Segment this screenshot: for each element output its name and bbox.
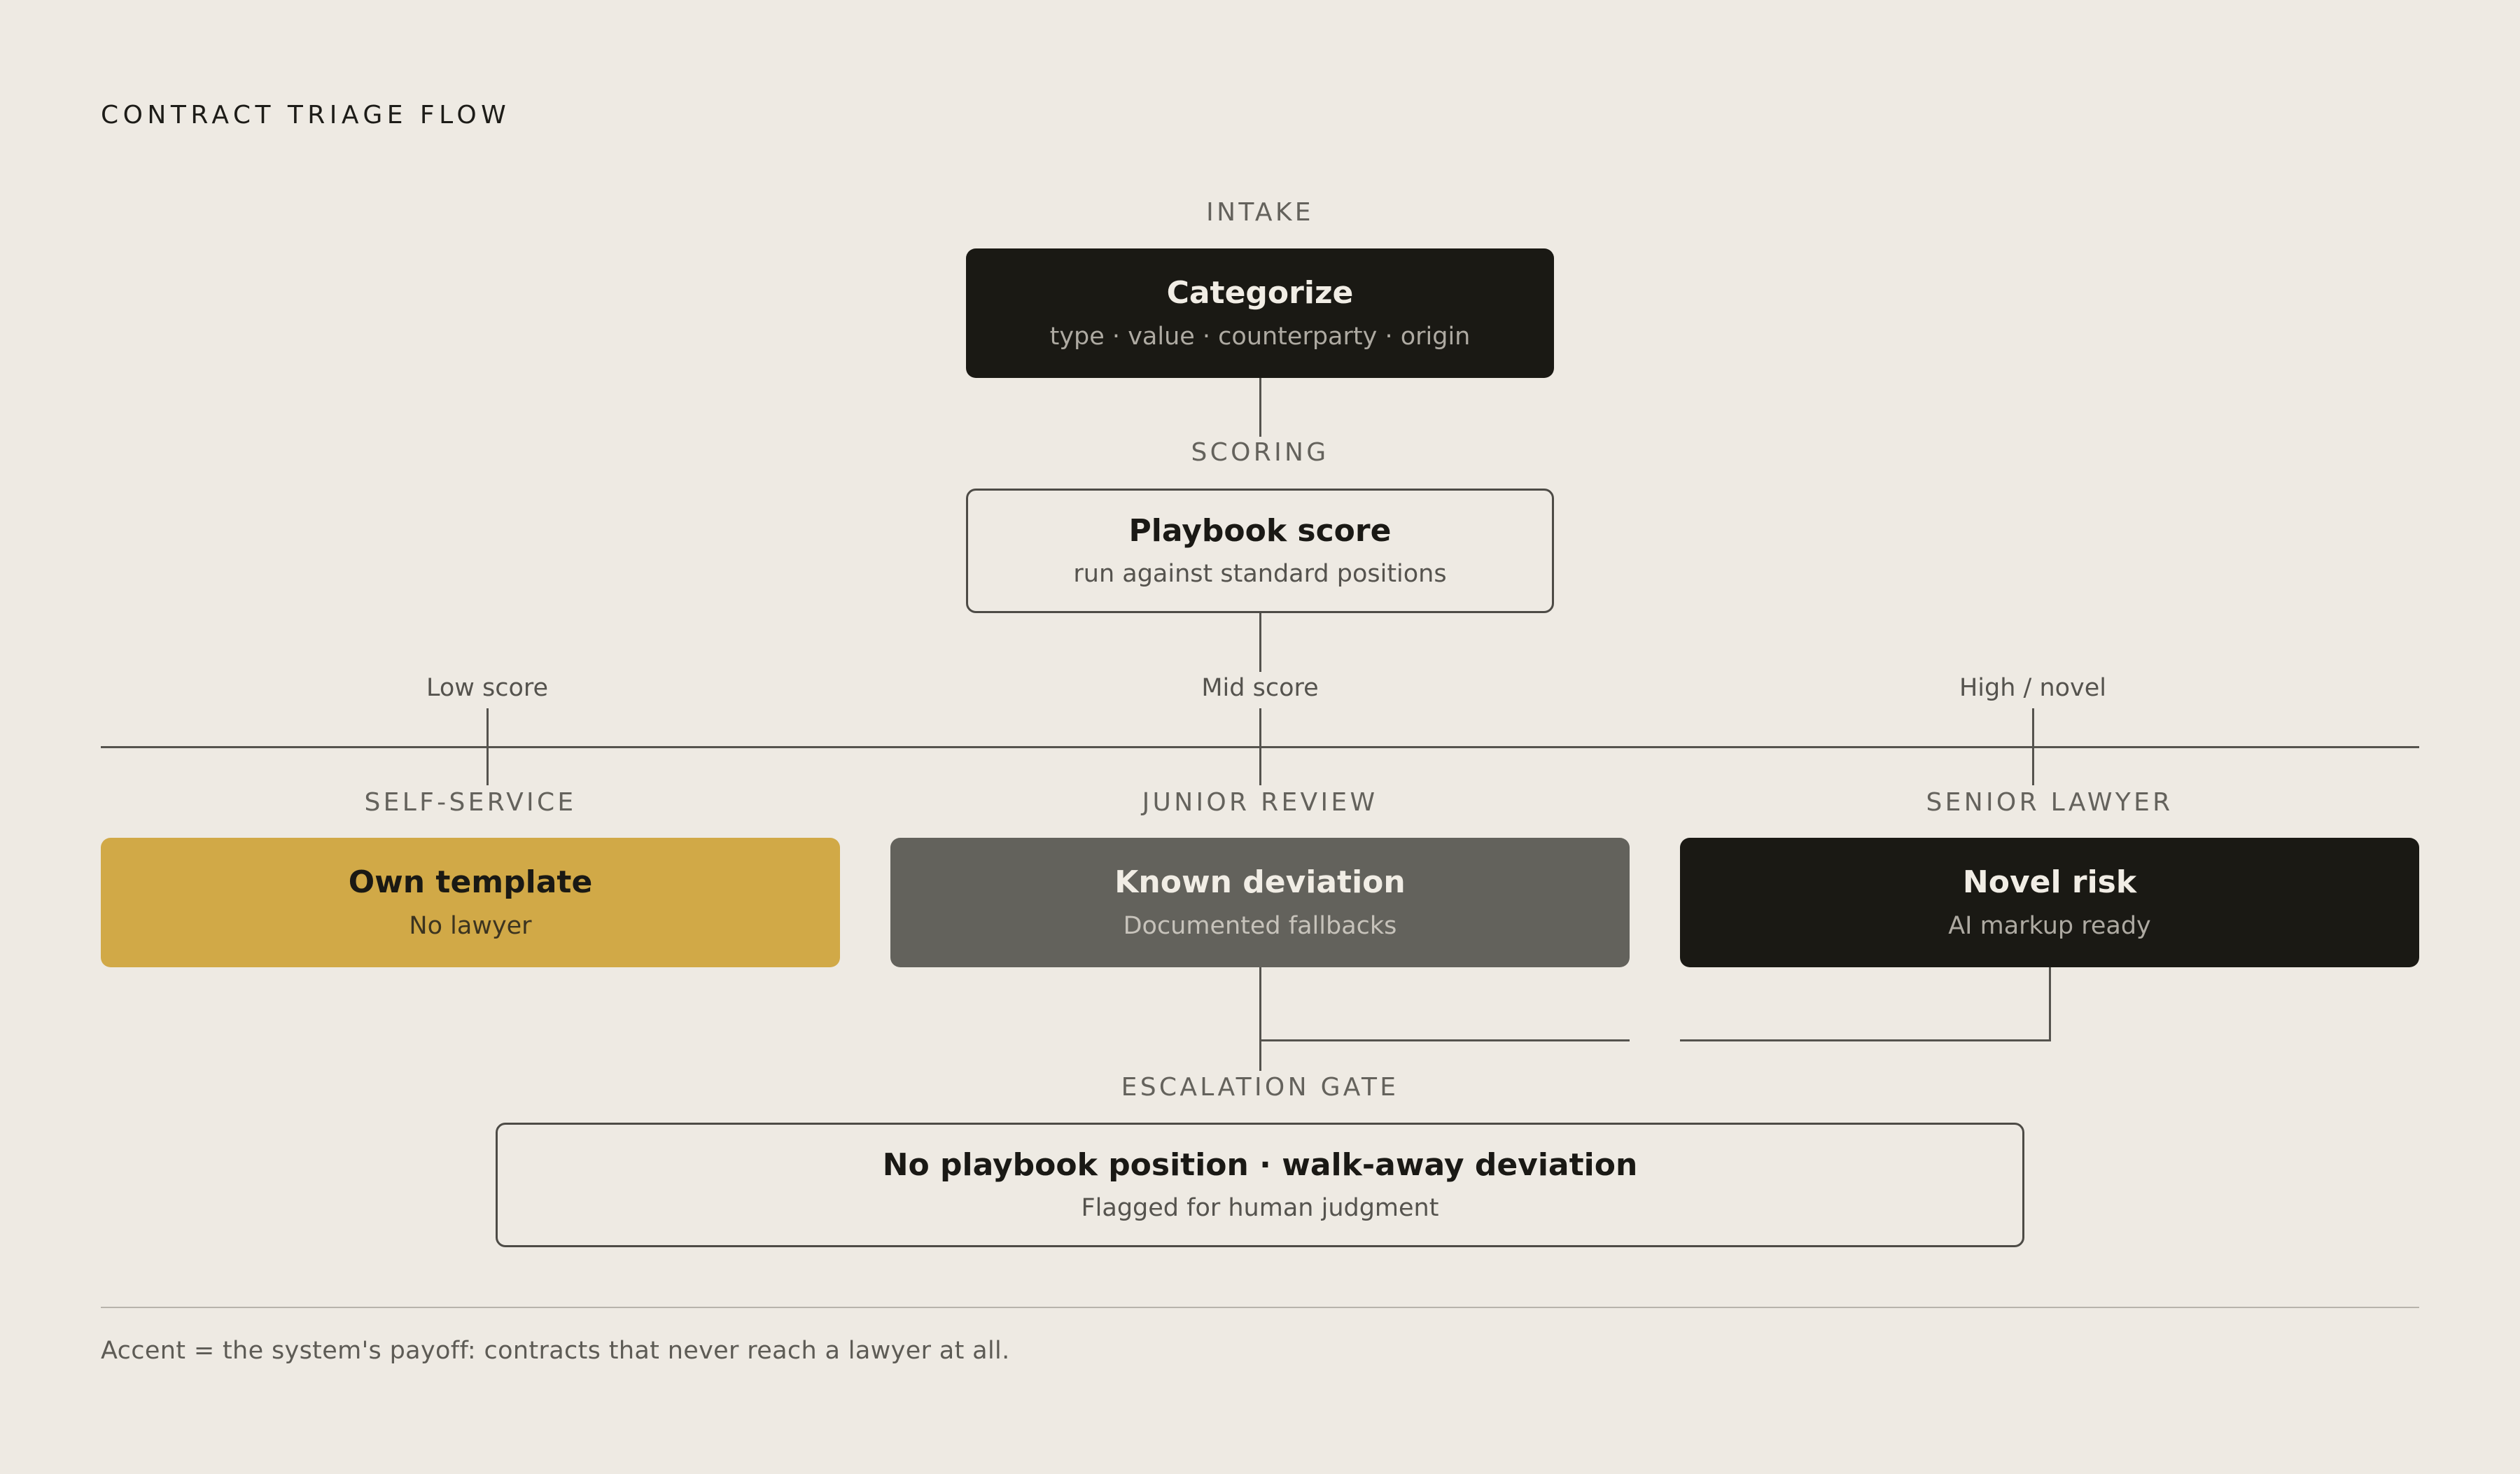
stage-label-junior-review: JUNIOR REVIEW: [1142, 788, 1378, 817]
footnote: Accent = the system's payoff: contracts …: [101, 1337, 1010, 1365]
node-escalation-title: No playbook position · walk-away deviati…: [882, 1146, 1638, 1183]
connector-junior-to-gate: [1259, 967, 1261, 1071]
page-title: CONTRACT TRIAGE FLOW: [101, 101, 511, 129]
node-own-template-title: Own template: [348, 864, 593, 901]
node-escalation: No playbook position · walk-away deviati…: [496, 1123, 2024, 1247]
node-known-deviation-title: Known deviation: [1114, 864, 1406, 901]
footer-divider: [101, 1307, 2419, 1308]
node-known-deviation: Known deviation Documented fallbacks: [890, 838, 1630, 967]
node-novel-risk-subtitle: AI markup ready: [1948, 911, 2151, 940]
branch-label-high: High / novel: [1959, 674, 2107, 702]
diagram-canvas: CONTRACT TRIAGE FLOW INTAKE Categorize t…: [0, 0, 2520, 1474]
connector-senior-horizontal: [1680, 1039, 2051, 1041]
node-categorize-subtitle: type · value · counterparty · origin: [1049, 322, 1471, 351]
stage-label-scoring: SCORING: [1191, 438, 1329, 467]
connector-categorize-to-scoring: [1259, 378, 1261, 437]
connector-junior-horizontal: [1259, 1039, 1630, 1041]
stage-label-senior-lawyer: SENIOR LAWYER: [1926, 788, 2174, 817]
stage-label-self-service: SELF-SERVICE: [364, 788, 577, 817]
node-categorize: Categorize type · value · counterparty ·…: [966, 248, 1554, 378]
connector-score-down: [1259, 613, 1261, 672]
node-playbook-score: Playbook score run against standard posi…: [966, 489, 1554, 613]
node-playbook-score-title: Playbook score: [1128, 512, 1392, 549]
node-categorize-title: Categorize: [1166, 275, 1354, 311]
node-playbook-score-subtitle: run against standard positions: [1073, 560, 1447, 589]
stage-label-intake: INTAKE: [1206, 198, 1314, 227]
node-known-deviation-subtitle: Documented fallbacks: [1123, 911, 1397, 940]
node-novel-risk-title: Novel risk: [1962, 864, 2137, 901]
stage-label-escalation-gate: ESCALATION GATE: [1121, 1073, 1399, 1102]
node-novel-risk: Novel risk AI markup ready: [1680, 838, 2419, 967]
node-own-template-subtitle: No lawyer: [409, 911, 532, 940]
connector-senior-drop: [2049, 967, 2051, 1041]
connector-low-drop: [486, 708, 489, 785]
branch-label-low: Low score: [426, 674, 549, 702]
connector-high-drop: [2032, 708, 2034, 785]
branch-label-mid: Mid score: [1201, 674, 1319, 702]
node-escalation-subtitle: Flagged for human judgment: [1081, 1194, 1439, 1223]
node-own-template: Own template No lawyer: [101, 838, 840, 967]
connector-mid-drop: [1259, 708, 1261, 785]
